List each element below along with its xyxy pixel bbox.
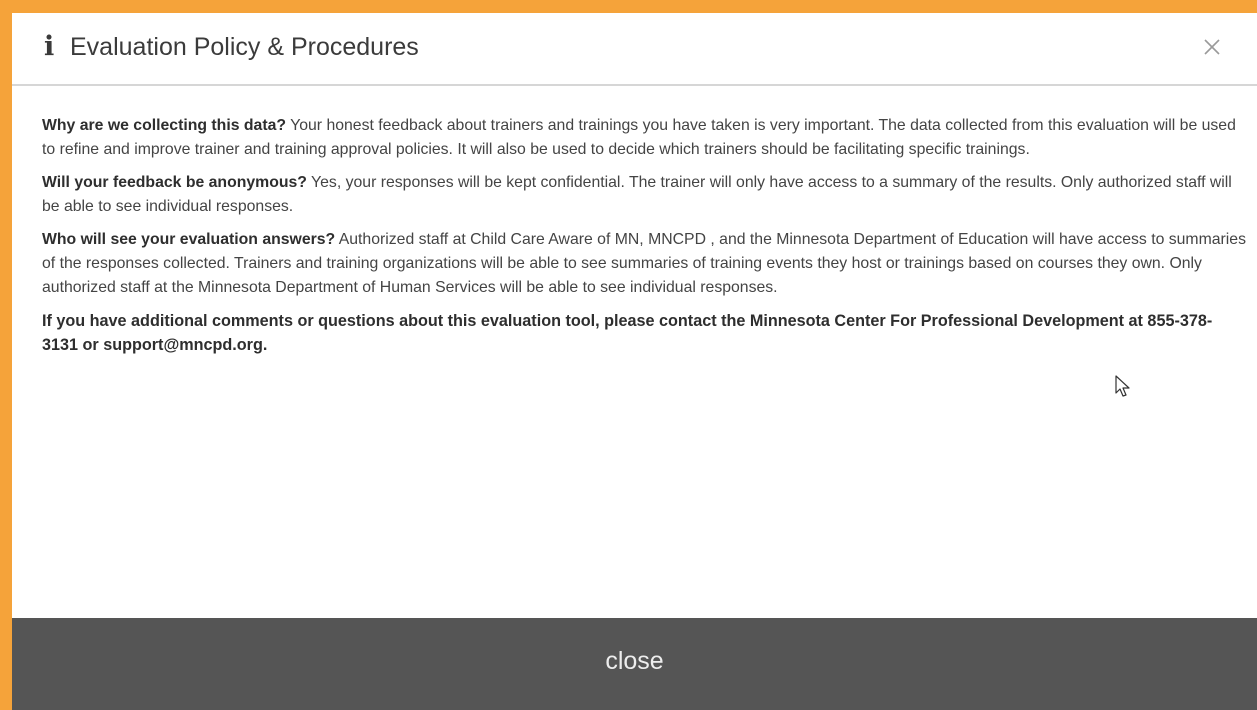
highlight-frame: i Evaluation Policy & Procedures Why are… — [0, 0, 1257, 710]
mouse-pointer-icon — [1115, 375, 1131, 399]
section-question: Will your feedback be anonymous? — [42, 174, 307, 191]
info-icon: i — [44, 31, 55, 62]
dialog-header: i Evaluation Policy & Procedures — [12, 13, 1257, 86]
evaluation-policy-dialog: i Evaluation Policy & Procedures Why are… — [12, 13, 1257, 710]
policy-section-why: Why are we collecting this data? Your ho… — [42, 114, 1247, 162]
close-button-label: close — [605, 647, 664, 675]
policy-section-who: Who will see your evaluation answers? Au… — [42, 228, 1247, 300]
section-question: Who will see your evaluation answers? — [42, 231, 336, 248]
close-button[interactable]: close — [12, 618, 1257, 710]
contact-note: If you have additional comments or quest… — [42, 312, 1213, 354]
section-question: Why are we collecting this data? — [42, 117, 287, 134]
policy-section-anonymous: Will your feedback be anonymous? Yes, yo… — [42, 171, 1247, 219]
dialog-body: Why are we collecting this data? Your ho… — [42, 114, 1247, 366]
dialog-title: Evaluation Policy & Procedures — [70, 33, 419, 61]
close-icon[interactable] — [1196, 31, 1228, 63]
